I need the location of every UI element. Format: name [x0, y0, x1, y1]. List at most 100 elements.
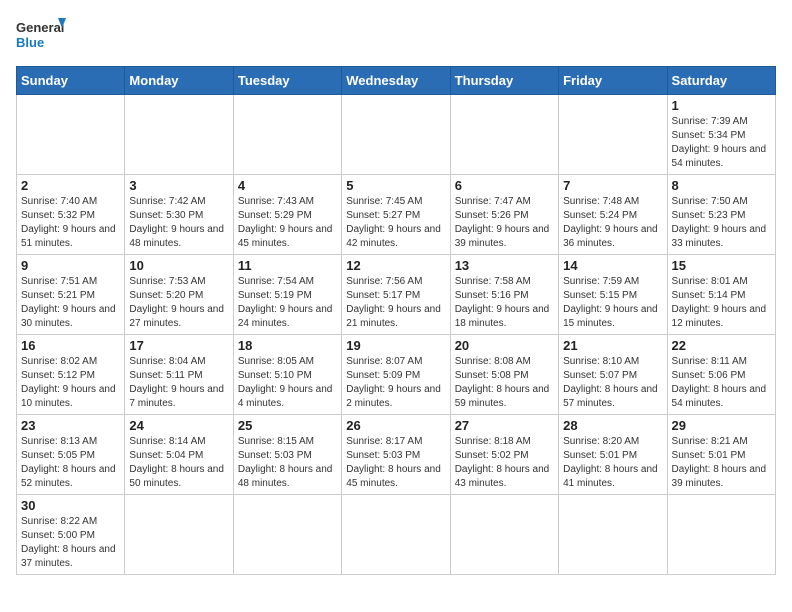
- day-info: Sunrise: 8:20 AM Sunset: 5:01 PM Dayligh…: [563, 435, 662, 491]
- day-number: 15: [672, 258, 771, 273]
- calendar-week-2: 2 Sunrise: 7:40 AM Sunset: 5:32 PM Daylig…: [17, 175, 776, 255]
- calendar-cell: [342, 495, 450, 575]
- calendar-cell: [233, 95, 341, 175]
- calendar-cell: 17 Sunrise: 8:04 AM Sunset: 5:11 PM Dayli…: [125, 335, 233, 415]
- day-info: Sunrise: 7:59 AM Sunset: 5:15 PM Dayligh…: [563, 275, 662, 331]
- calendar-cell: [450, 495, 558, 575]
- calendar-cell: 28 Sunrise: 8:20 AM Sunset: 5:01 PM Dayli…: [559, 415, 667, 495]
- day-info: Sunrise: 7:56 AM Sunset: 5:17 PM Dayligh…: [346, 275, 445, 331]
- calendar-cell: 25Sunrise: 8:15 AM Sunset: 5:03 PM Dayli…: [233, 415, 341, 495]
- day-info: Sunrise: 8:08 AM Sunset: 5:08 PM Dayligh…: [455, 355, 554, 411]
- calendar-cell: [559, 495, 667, 575]
- calendar-cell: [125, 95, 233, 175]
- day-number: 24: [129, 418, 228, 433]
- calendar-week-6: 30 Sunrise: 8:22 AM Sunset: 5:00 PM Dayli…: [17, 495, 776, 575]
- day-number: 19: [346, 338, 445, 353]
- day-number: 25: [238, 418, 337, 433]
- calendar-cell: [342, 95, 450, 175]
- day-info: Sunrise: 8:13 AM Sunset: 5:05 PM Dayligh…: [21, 435, 120, 491]
- logo-svg: General Blue: [16, 16, 66, 56]
- day-number: 14: [563, 258, 662, 273]
- logo: General Blue: [16, 16, 66, 56]
- calendar-table: SundayMondayTuesdayWednesdayThursdayFrid…: [16, 66, 776, 575]
- calendar-week-3: 9Sunrise: 7:51 AM Sunset: 5:21 PM Daylig…: [17, 255, 776, 335]
- calendar-cell: 7 Sunrise: 7:48 AM Sunset: 5:24 PM Daylig…: [559, 175, 667, 255]
- calendar-cell: [450, 95, 558, 175]
- calendar-cell: 1Sunrise: 7:39 AM Sunset: 5:34 PM Daylig…: [667, 95, 775, 175]
- day-number: 22: [672, 338, 771, 353]
- day-number: 8: [672, 178, 771, 193]
- day-info: Sunrise: 7:45 AM Sunset: 5:27 PM Dayligh…: [346, 195, 445, 251]
- calendar-cell: 4Sunrise: 7:43 AM Sunset: 5:29 PM Daylig…: [233, 175, 341, 255]
- calendar-cell: 26Sunrise: 8:17 AM Sunset: 5:03 PM Dayli…: [342, 415, 450, 495]
- calendar-cell: [559, 95, 667, 175]
- calendar-cell: 20 Sunrise: 8:08 AM Sunset: 5:08 PM Dayli…: [450, 335, 558, 415]
- day-number: 5: [346, 178, 445, 193]
- calendar-cell: 29Sunrise: 8:21 AM Sunset: 5:01 PM Dayli…: [667, 415, 775, 495]
- day-number: 10: [129, 258, 228, 273]
- calendar-cell: 2 Sunrise: 7:40 AM Sunset: 5:32 PM Daylig…: [17, 175, 125, 255]
- calendar-cell: 22 Sunrise: 8:11 AM Sunset: 5:06 PM Dayli…: [667, 335, 775, 415]
- calendar-cell: 27 Sunrise: 8:18 AM Sunset: 5:02 PM Dayli…: [450, 415, 558, 495]
- calendar-cell: [667, 495, 775, 575]
- calendar-cell: 10Sunrise: 7:53 AM Sunset: 5:20 PM Dayli…: [125, 255, 233, 335]
- day-info: Sunrise: 7:39 AM Sunset: 5:34 PM Dayligh…: [672, 115, 771, 171]
- calendar-week-5: 23Sunrise: 8:13 AM Sunset: 5:05 PM Dayli…: [17, 415, 776, 495]
- day-info: Sunrise: 8:18 AM Sunset: 5:02 PM Dayligh…: [455, 435, 554, 491]
- day-info: Sunrise: 8:14 AM Sunset: 5:04 PM Dayligh…: [129, 435, 228, 491]
- day-number: 13: [455, 258, 554, 273]
- day-number: 11: [238, 258, 337, 273]
- weekday-header-row: SundayMondayTuesdayWednesdayThursdayFrid…: [17, 67, 776, 95]
- day-info: Sunrise: 7:42 AM Sunset: 5:30 PM Dayligh…: [129, 195, 228, 251]
- calendar-cell: 3 Sunrise: 7:42 AM Sunset: 5:30 PM Daylig…: [125, 175, 233, 255]
- weekday-header-sunday: Sunday: [17, 67, 125, 95]
- day-info: Sunrise: 7:51 AM Sunset: 5:21 PM Dayligh…: [21, 275, 120, 331]
- page-header: General Blue: [16, 16, 776, 56]
- calendar-cell: 18Sunrise: 8:05 AM Sunset: 5:10 PM Dayli…: [233, 335, 341, 415]
- calendar-cell: 21 Sunrise: 8:10 AM Sunset: 5:07 PM Dayli…: [559, 335, 667, 415]
- calendar-cell: [125, 495, 233, 575]
- calendar-week-1: 1Sunrise: 7:39 AM Sunset: 5:34 PM Daylig…: [17, 95, 776, 175]
- calendar-cell: 6 Sunrise: 7:47 AM Sunset: 5:26 PM Daylig…: [450, 175, 558, 255]
- day-number: 3: [129, 178, 228, 193]
- day-info: Sunrise: 8:01 AM Sunset: 5:14 PM Dayligh…: [672, 275, 771, 331]
- day-number: 7: [563, 178, 662, 193]
- calendar-cell: 8Sunrise: 7:50 AM Sunset: 5:23 PM Daylig…: [667, 175, 775, 255]
- day-number: 21: [563, 338, 662, 353]
- weekday-header-saturday: Saturday: [667, 67, 775, 95]
- day-info: Sunrise: 8:07 AM Sunset: 5:09 PM Dayligh…: [346, 355, 445, 411]
- day-number: 18: [238, 338, 337, 353]
- day-info: Sunrise: 8:21 AM Sunset: 5:01 PM Dayligh…: [672, 435, 771, 491]
- day-number: 28: [563, 418, 662, 433]
- day-number: 2: [21, 178, 120, 193]
- day-info: Sunrise: 8:22 AM Sunset: 5:00 PM Dayligh…: [21, 515, 120, 571]
- day-info: Sunrise: 7:58 AM Sunset: 5:16 PM Dayligh…: [455, 275, 554, 331]
- day-info: Sunrise: 8:10 AM Sunset: 5:07 PM Dayligh…: [563, 355, 662, 411]
- day-info: Sunrise: 8:11 AM Sunset: 5:06 PM Dayligh…: [672, 355, 771, 411]
- day-number: 4: [238, 178, 337, 193]
- day-info: Sunrise: 8:04 AM Sunset: 5:11 PM Dayligh…: [129, 355, 228, 411]
- calendar-cell: 16Sunrise: 8:02 AM Sunset: 5:12 PM Dayli…: [17, 335, 125, 415]
- day-number: 12: [346, 258, 445, 273]
- weekday-header-monday: Monday: [125, 67, 233, 95]
- day-info: Sunrise: 7:47 AM Sunset: 5:26 PM Dayligh…: [455, 195, 554, 251]
- day-info: Sunrise: 7:54 AM Sunset: 5:19 PM Dayligh…: [238, 275, 337, 331]
- day-number: 6: [455, 178, 554, 193]
- day-number: 16: [21, 338, 120, 353]
- day-number: 27: [455, 418, 554, 433]
- calendar-cell: [233, 495, 341, 575]
- day-number: 20: [455, 338, 554, 353]
- day-info: Sunrise: 7:40 AM Sunset: 5:32 PM Dayligh…: [21, 195, 120, 251]
- weekday-header-tuesday: Tuesday: [233, 67, 341, 95]
- calendar-cell: 15 Sunrise: 8:01 AM Sunset: 5:14 PM Dayli…: [667, 255, 775, 335]
- calendar-cell: 24 Sunrise: 8:14 AM Sunset: 5:04 PM Dayli…: [125, 415, 233, 495]
- calendar-cell: 9Sunrise: 7:51 AM Sunset: 5:21 PM Daylig…: [17, 255, 125, 335]
- svg-text:General: General: [16, 20, 64, 35]
- weekday-header-thursday: Thursday: [450, 67, 558, 95]
- day-info: Sunrise: 8:17 AM Sunset: 5:03 PM Dayligh…: [346, 435, 445, 491]
- day-number: 17: [129, 338, 228, 353]
- day-number: 30: [21, 498, 120, 513]
- weekday-header-wednesday: Wednesday: [342, 67, 450, 95]
- calendar-cell: [17, 95, 125, 175]
- day-info: Sunrise: 7:48 AM Sunset: 5:24 PM Dayligh…: [563, 195, 662, 251]
